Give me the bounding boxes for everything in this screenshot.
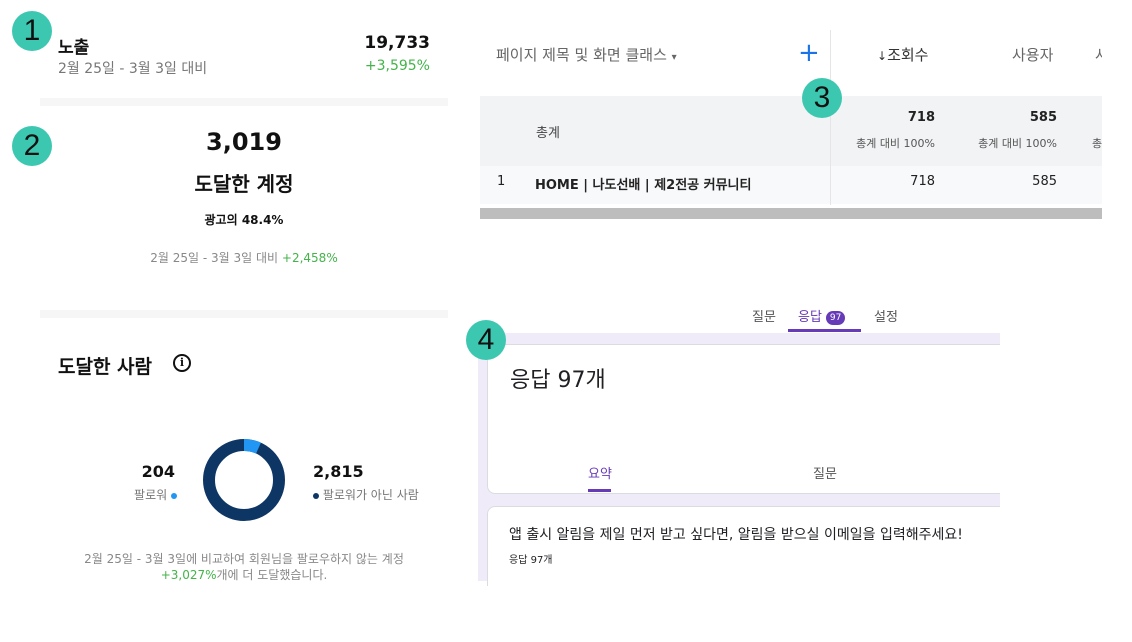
accounts-reached-value: 3,019 — [206, 128, 282, 156]
non-followers-dot-icon — [313, 492, 319, 499]
subtab-question[interactable]: 질문 — [813, 463, 837, 482]
views-header[interactable]: ↓조회수 — [877, 44, 928, 65]
row-page-title[interactable]: HOME | 나도선배 | 제2전공 커뮤니티 — [535, 174, 751, 193]
users-header[interactable]: 사용자 — [1012, 44, 1053, 65]
arrow-down-icon: ↓ — [877, 49, 888, 63]
views-header-label: 조회수 — [887, 46, 929, 64]
impressions-change: +3,595% — [364, 58, 430, 74]
followers-dot-icon — [171, 492, 177, 499]
question-card — [487, 506, 1000, 586]
cut-header[interactable]: 사 — [1095, 44, 1102, 65]
follower-donut-chart — [203, 439, 285, 521]
analytics-table: 페이지 제목 및 화면 클래스 ▾ + ↓조회수 사용자 사 총계 718 총계… — [480, 30, 1102, 220]
total-views-pct: 총계 대비 100% — [856, 137, 935, 150]
tab-questions[interactable]: 질문 — [752, 306, 776, 325]
non-followers-label: 팔로워가 아닌 사람 — [322, 488, 419, 502]
reach-note-change: +3,027% — [160, 568, 217, 582]
dimension-header-label: 페이지 제목 및 화면 클래스 — [496, 46, 667, 64]
row-views: 718 — [910, 174, 935, 189]
section-divider — [40, 98, 448, 106]
accounts-reached-comparison: 2월 25일 - 3월 3일 대비 +2,458% — [40, 249, 448, 266]
total-views: 718 — [907, 110, 935, 125]
active-tab-indicator — [788, 329, 861, 332]
impressions-date-range: 2월 25일 - 3월 3일 대비 — [58, 61, 208, 77]
total-users-pct: 총계 대비 100% — [978, 137, 1057, 150]
ad-share: 광고의 48.4% — [40, 211, 448, 228]
badge-3: 3 — [802, 78, 842, 118]
total-cut: 총 — [1092, 137, 1102, 150]
ad-share-prefix: 광고의 — [204, 213, 242, 227]
tab-responses[interactable]: 응답 97 — [798, 306, 846, 325]
question-text: 앱 출시 알림을 제일 먼저 받고 싶다면, 알림을 받으실 이메일을 입력해주… — [509, 527, 963, 543]
section-divider — [40, 310, 448, 318]
response-count-badge: 97 — [825, 311, 846, 325]
total-users: 585 — [1029, 110, 1057, 125]
followers-legend: 팔로워 — [134, 486, 177, 503]
caret-down-icon: ▾ — [671, 52, 677, 63]
accounts-reached-change: +2,458% — [281, 251, 338, 265]
badge-4: 4 — [466, 320, 506, 360]
active-subtab-indicator — [588, 489, 611, 492]
total-label: 총계 — [536, 126, 560, 141]
tab-responses-label: 응답 — [798, 310, 822, 325]
horizontal-scrollbar[interactable] — [480, 208, 1102, 219]
question-response-count: 응답 97개 — [509, 555, 553, 566]
people-reached-title: 도달한 사람 — [58, 356, 153, 378]
info-icon[interactable]: i — [173, 354, 191, 372]
non-followers-value: 2,815 — [313, 462, 364, 481]
column-divider — [830, 30, 831, 205]
reach-note-line1: 2월 25일 - 3월 3일에 비교하여 회원님을 팔로우하지 않는 계정 — [84, 552, 404, 566]
badge-1: 1 — [12, 11, 52, 51]
donut-non-follower-segment — [203, 439, 285, 521]
non-followers-legend: 팔로워가 아닌 사람 — [313, 486, 419, 503]
reach-note-line2: +3,027%개에 더 도달했습니다. — [40, 567, 448, 583]
row-users: 585 — [1032, 174, 1057, 189]
followers-label: 팔로워 — [134, 488, 168, 502]
reach-note-suffix: 개에 더 도달했습니다. — [216, 568, 328, 582]
impressions-value: 19,733 — [364, 33, 430, 53]
tab-settings[interactable]: 설정 — [874, 306, 898, 325]
accounts-reached-label: 도달한 계정 — [194, 172, 294, 196]
subtab-summary[interactable]: 요약 — [588, 463, 612, 482]
dimension-header[interactable]: 페이지 제목 및 화면 클래스 ▾ — [496, 44, 677, 65]
row-index: 1 — [497, 174, 506, 189]
accounts-reached-date-range: 2월 25일 - 3월 3일 대비 — [150, 251, 282, 265]
plus-icon[interactable]: + — [798, 38, 820, 68]
ad-share-pct: 48.4% — [241, 213, 284, 227]
responses-title: 응답 97개 — [510, 368, 606, 393]
followers-value: 204 — [141, 462, 175, 481]
total-row — [480, 96, 1102, 166]
impressions-title: 노출 — [58, 38, 90, 58]
